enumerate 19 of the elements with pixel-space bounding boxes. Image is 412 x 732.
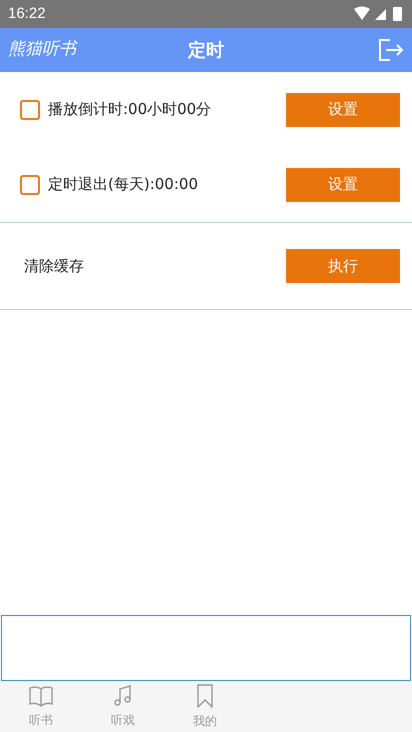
timer-label: 播放倒计时:00小时00分 <box>48 99 212 120</box>
checkbox[interactable] <box>20 100 40 120</box>
status-time: 16:22 <box>8 4 46 24</box>
music-note-icon <box>114 684 132 706</box>
timer-label: 定时退出(每天):00:00 <box>48 174 199 196</box>
logout-icon[interactable] <box>378 39 404 61</box>
checkbox[interactable] <box>20 174 40 194</box>
set-button[interactable]: 设置 <box>286 168 400 202</box>
execute-button[interactable]: 执行 <box>286 249 400 283</box>
set-button[interactable]: 设置 <box>286 92 400 126</box>
status-icons <box>354 6 404 22</box>
clear-cache-label: 清除缓存 <box>24 256 85 277</box>
tab[interactable]: 我的 <box>164 681 246 732</box>
bookmark-icon <box>197 684 213 708</box>
tab[interactable]: 听书 <box>0 681 82 732</box>
page-title: 定时 <box>188 38 224 62</box>
open-book-icon <box>29 684 53 706</box>
app-name: 熊猫听书 <box>8 38 78 62</box>
tab[interactable]: 听戏 <box>82 681 164 732</box>
